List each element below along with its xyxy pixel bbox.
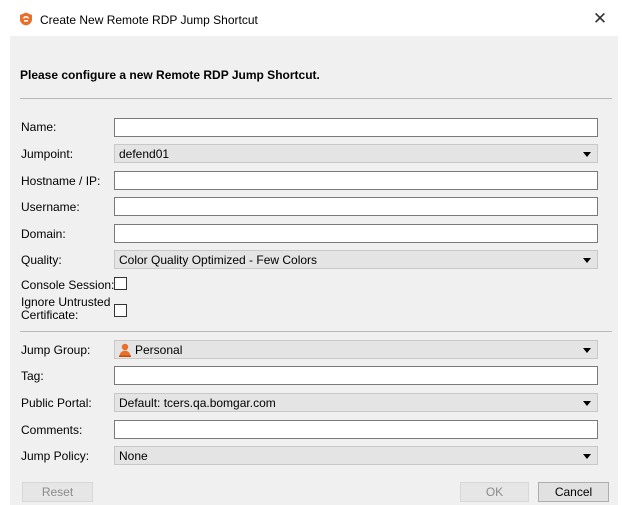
ok-button[interactable]: OK [460,482,529,502]
ignore-cert-checkbox[interactable] [114,304,127,317]
quality-label: Quality: [21,253,62,267]
chevron-down-icon [583,348,591,353]
close-button[interactable]: ✕ [590,9,610,29]
person-icon [119,343,131,357]
hostname-label: Hostname / IP: [21,174,101,188]
divider [20,331,612,332]
chevron-down-icon [583,454,591,459]
quality-value: Color Quality Optimized - Few Colors [119,253,318,267]
jump-group-label: Jump Group: [21,343,91,357]
dialog-heading: Please configure a new Remote RDP Jump S… [20,68,320,82]
chevron-down-icon [583,258,591,263]
cancel-button[interactable]: Cancel [538,482,609,502]
quality-select[interactable]: Color Quality Optimized - Few Colors [114,250,598,269]
username-label: Username: [21,200,80,214]
window-title: Create New Remote RDP Jump Shortcut [40,13,258,27]
comments-field[interactable] [114,420,598,439]
username-field[interactable] [114,197,598,216]
ignore-cert-label-line2: Certificate: [21,308,79,322]
jump-policy-label: Jump Policy: [21,449,90,463]
comments-label: Comments: [21,423,83,437]
chevron-down-icon [583,152,591,157]
jumpoint-select[interactable]: defend01 [114,144,598,163]
jumpoint-label: Jumpoint: [21,147,74,161]
dialog-body: Please configure a new Remote RDP Jump S… [10,36,618,505]
console-session-label: Console Session: [21,278,115,292]
jump-group-select[interactable]: Personal [114,340,598,359]
divider [20,98,612,99]
chevron-down-icon [583,401,591,406]
hostname-field[interactable] [114,171,598,190]
jump-policy-select[interactable]: None [114,446,598,465]
public-portal-label: Public Portal: [21,396,92,410]
tag-label: Tag: [21,369,44,383]
public-portal-select[interactable]: Default: tcers.qa.bomgar.com [114,393,598,412]
name-field[interactable] [114,118,598,137]
public-portal-value: Default: tcers.qa.bomgar.com [119,396,276,410]
domain-field[interactable] [114,224,598,243]
reset-button[interactable]: Reset [22,482,93,502]
title-bar: Create New Remote RDP Jump Shortcut ✕ [0,0,622,36]
tag-field[interactable] [114,366,598,385]
console-session-checkbox[interactable] [114,277,127,290]
close-icon: ✕ [592,9,608,28]
jumpoint-value: defend01 [119,147,170,161]
jump-group-value: Personal [135,343,183,357]
domain-label: Domain: [21,227,66,241]
name-label: Name: [21,120,57,134]
app-logo-icon [20,12,32,26]
jump-policy-value: None [119,449,148,463]
